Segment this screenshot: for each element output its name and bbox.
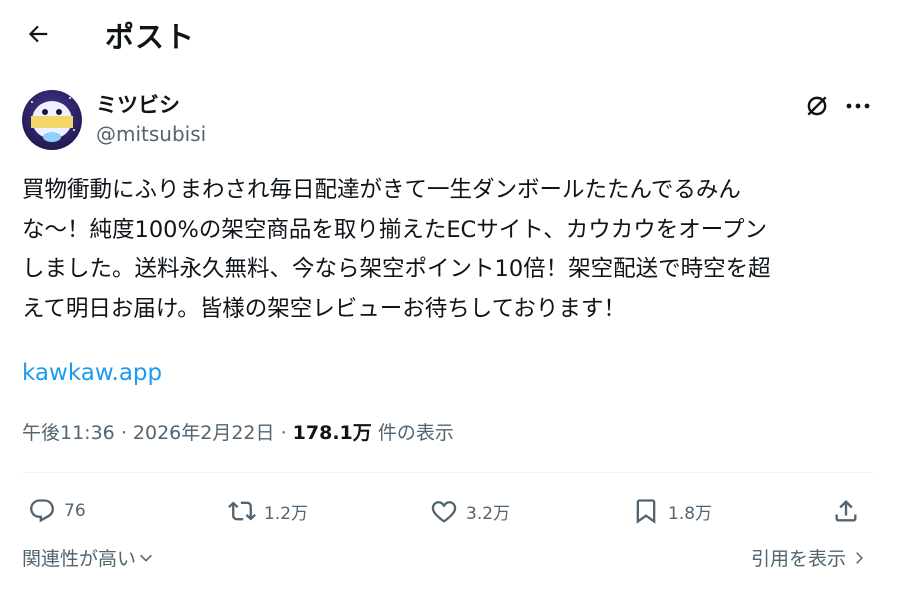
chevron-down-icon	[140, 554, 152, 562]
chevron-right-icon	[856, 551, 863, 564]
views-count: 178.1万	[292, 422, 372, 444]
share-icon	[835, 500, 857, 522]
tweet-time[interactable]: 午後11:36	[22, 422, 115, 444]
bookmark-count: 1.8万	[668, 503, 713, 524]
tweet-date[interactable]: 2026年2月22日	[133, 422, 275, 444]
tweet-text: 買物衝動にふりまわされ毎日配達がきて一生ダンボールたたんでるみん な〜！純度10…	[22, 177, 771, 322]
page-title: ポスト	[105, 20, 196, 54]
sort-dropdown[interactable]: 関連性が高い	[22, 544, 154, 571]
repost-count: 1.2万	[264, 503, 309, 524]
more-options-icon[interactable]	[840, 90, 876, 122]
quotes-label: 引用を表示	[750, 548, 846, 570]
avatar[interactable]	[22, 90, 82, 150]
share-button[interactable]	[832, 494, 860, 528]
tweet-meta: 午後11:36 · 2026年2月22日 · 178.1万 件の表示	[22, 418, 454, 445]
reply-button[interactable]: 76	[28, 494, 86, 528]
sort-label: 関連性が高い	[22, 548, 137, 570]
grok-icon[interactable]	[801, 90, 833, 122]
reply-icon	[30, 499, 54, 523]
back-button[interactable]	[20, 16, 56, 52]
view-quotes-link[interactable]: 引用を表示	[751, 544, 866, 571]
tweet-link[interactable]: kawkaw.app	[22, 360, 162, 386]
arrow-left-icon	[28, 25, 48, 43]
meta-separator: ·	[280, 422, 287, 444]
display-name[interactable]: ミツビシ	[96, 89, 180, 119]
bookmark-button[interactable]: 1.8万	[632, 494, 712, 528]
meta-separator: ·	[120, 422, 127, 444]
like-count: 3.2万	[466, 503, 511, 524]
bookmark-icon	[636, 499, 656, 524]
user-handle[interactable]: @mitsubisi	[96, 122, 206, 146]
reply-count: 76	[64, 501, 86, 521]
views-label: 件の表示	[377, 422, 454, 444]
divider	[22, 472, 874, 473]
repost-button[interactable]: 1.2万	[228, 494, 308, 528]
repost-icon	[228, 501, 256, 521]
heart-icon	[431, 501, 457, 523]
like-button[interactable]: 3.2万	[430, 494, 510, 528]
